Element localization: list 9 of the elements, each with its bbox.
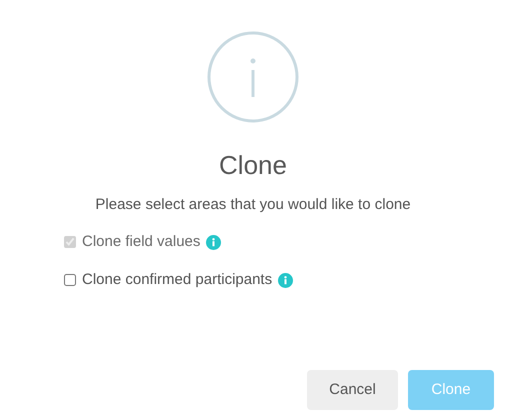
option-label: Clone confirmed participants xyxy=(82,270,272,290)
dialog-message: Please select areas that you would like to clone xyxy=(95,195,411,215)
option-label: Clone field values xyxy=(82,232,200,252)
info-icon xyxy=(207,31,299,123)
checkbox[interactable] xyxy=(64,274,76,286)
info-icon[interactable] xyxy=(278,272,294,288)
cancel-button[interactable]: Cancel xyxy=(307,370,398,410)
info-icon[interactable] xyxy=(206,234,222,250)
dialog-title: Clone xyxy=(219,149,287,181)
